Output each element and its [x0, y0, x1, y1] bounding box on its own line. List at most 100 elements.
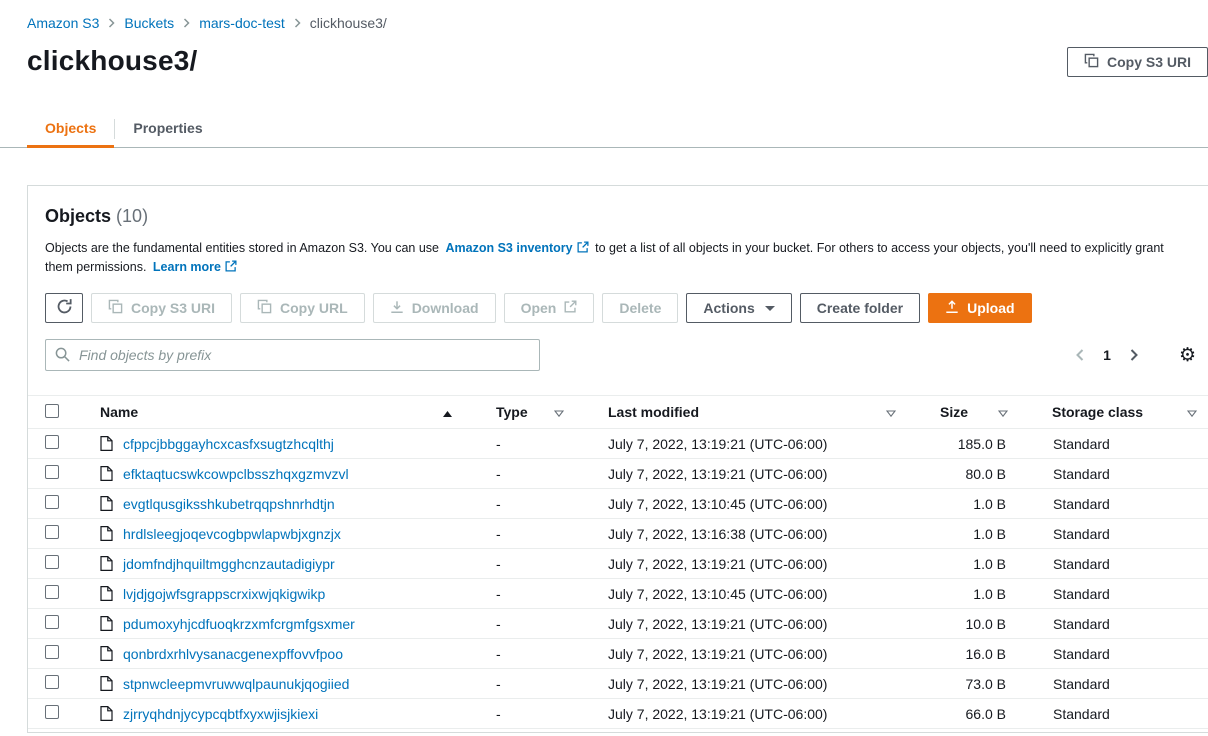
delete-button: Delete: [602, 293, 678, 323]
object-name-link[interactable]: lvjdjgojwfsgrappscrxixwjqkigwikp: [123, 586, 325, 602]
settings-gear-icon[interactable]: ⚙: [1179, 346, 1196, 365]
object-storage-class: Standard: [1036, 616, 1208, 632]
object-last-modified: July 7, 2022, 13:19:21 (UTC-06:00): [592, 706, 924, 722]
copy-icon: [257, 299, 272, 317]
object-storage-class: Standard: [1036, 526, 1208, 542]
object-type: -: [480, 706, 592, 722]
row-checkbox[interactable]: [45, 585, 59, 599]
row-checkbox[interactable]: [45, 675, 59, 689]
row-checkbox[interactable]: [45, 555, 59, 569]
file-icon: [100, 706, 113, 721]
object-last-modified: July 7, 2022, 13:16:38 (UTC-06:00): [592, 526, 924, 542]
row-checkbox[interactable]: [45, 645, 59, 659]
file-icon: [100, 586, 113, 601]
copy-icon: [1084, 53, 1099, 71]
search-input[interactable]: [45, 339, 540, 371]
object-size: 10.0 B: [924, 616, 1036, 632]
next-page-icon[interactable]: [1130, 349, 1138, 361]
previous-page-icon: [1076, 349, 1084, 361]
page-header: clickhouse3/ Copy S3 URI: [27, 45, 1181, 87]
tab-objects[interactable]: Objects: [27, 109, 114, 148]
file-icon: [100, 616, 113, 631]
sort-ascending-icon: [443, 404, 452, 420]
row-checkbox[interactable]: [45, 465, 59, 479]
upload-button[interactable]: Upload: [928, 293, 1031, 323]
breadcrumb-amazon-s3[interactable]: Amazon S3: [27, 15, 99, 31]
table-row: pdumoxyhjcdfuoqkrzxmfcrgmfgsxmer - July …: [28, 609, 1208, 639]
search-icon: [55, 347, 70, 365]
select-all-checkbox[interactable]: [45, 404, 59, 418]
object-name-link[interactable]: qonbrdxrhlvysanacgenexpffovvfpoo: [123, 646, 343, 662]
object-name-link[interactable]: cfppcjbbggayhcxcasfxsugtzhcqlthj: [123, 436, 334, 452]
object-size: 1.0 B: [924, 526, 1036, 542]
column-header-name[interactable]: Name: [84, 404, 480, 420]
copy-icon: [108, 299, 123, 317]
objects-panel: Objects (10) Objects are the fundamental…: [27, 185, 1208, 733]
object-last-modified: July 7, 2022, 13:19:21 (UTC-06:00): [592, 646, 924, 662]
sort-icon: [886, 404, 896, 420]
column-header-last-modified[interactable]: Last modified: [592, 404, 924, 420]
table-header: Name Type Last modified Size Storage cla…: [28, 395, 1208, 429]
copy-s3-uri-button: Copy S3 URI: [91, 293, 232, 323]
object-name-link[interactable]: pdumoxyhjcdfuoqkrzxmfcrgmfgsxmer: [123, 616, 355, 632]
page-title: clickhouse3/: [27, 45, 1181, 77]
object-type: -: [480, 616, 592, 632]
object-last-modified: July 7, 2022, 13:19:21 (UTC-06:00): [592, 676, 924, 692]
row-checkbox[interactable]: [45, 435, 59, 449]
object-last-modified: July 7, 2022, 13:10:45 (UTC-06:00): [592, 496, 924, 512]
tab-properties[interactable]: Properties: [115, 109, 220, 148]
caret-down-icon: [765, 306, 775, 311]
table-row: cfppcjbbggayhcxcasfxsugtzhcqlthj - July …: [28, 429, 1208, 459]
table-row: qonbrdxrhlvysanacgenexpffovvfpoo - July …: [28, 639, 1208, 669]
upload-icon: [945, 300, 959, 317]
object-size: 185.0 B: [924, 436, 1036, 452]
object-type: -: [480, 676, 592, 692]
copy-s3-uri-header-button[interactable]: Copy S3 URI: [1067, 47, 1208, 77]
row-checkbox[interactable]: [45, 705, 59, 719]
object-size: 80.0 B: [924, 466, 1036, 482]
table-row: zjrryqhdnjycypcqbtfxyxwjisjkiexi - July …: [28, 699, 1208, 729]
column-header-type[interactable]: Type: [480, 404, 592, 420]
object-storage-class: Standard: [1036, 436, 1208, 452]
object-size: 1.0 B: [924, 586, 1036, 602]
column-header-storage-class[interactable]: Storage class: [1036, 404, 1208, 420]
table-body: cfppcjbbggayhcxcasfxsugtzhcqlthj - July …: [28, 429, 1208, 729]
object-storage-class: Standard: [1036, 496, 1208, 512]
object-name-link[interactable]: evgtlqusgiksshkubetrqqpshnrhdtjn: [123, 496, 335, 512]
file-icon: [100, 646, 113, 661]
row-checkbox[interactable]: [45, 525, 59, 539]
object-last-modified: July 7, 2022, 13:19:21 (UTC-06:00): [592, 466, 924, 482]
object-name-link[interactable]: hrdlsleegjoqevcogbpwlapwbjxgnzjx: [123, 526, 341, 542]
object-name-link[interactable]: jdomfndjhquiltmgghcnzautadigiypr: [123, 556, 335, 572]
tabs: Objects Properties: [0, 109, 1208, 148]
open-button: Open: [504, 293, 595, 323]
file-icon: [100, 466, 113, 481]
object-name-link[interactable]: stpnwcleepmvruwwqlpaunukjqogiied: [123, 676, 349, 692]
column-header-size[interactable]: Size: [924, 404, 1036, 420]
objects-table: Name Type Last modified Size Storage cla…: [28, 395, 1208, 729]
file-icon: [100, 676, 113, 691]
create-folder-button[interactable]: Create folder: [800, 293, 920, 323]
breadcrumb-bucket-mars-doc-test[interactable]: mars-doc-test: [199, 15, 285, 31]
current-page[interactable]: 1: [1101, 347, 1113, 363]
refresh-button[interactable]: [45, 293, 83, 323]
learn-more-link[interactable]: Learn more: [153, 260, 237, 274]
object-name-link[interactable]: zjrryqhdnjycypcqbtfxyxwjisjkiexi: [123, 706, 318, 722]
object-storage-class: Standard: [1036, 706, 1208, 722]
download-icon: [390, 300, 404, 317]
file-icon: [100, 496, 113, 511]
table-row: stpnwcleepmvruwwqlpaunukjqogiied - July …: [28, 669, 1208, 699]
search-row: 1 ⚙: [45, 339, 1204, 371]
external-link-icon: [577, 240, 589, 258]
actions-button[interactable]: Actions: [686, 293, 791, 323]
inventory-link[interactable]: Amazon S3 inventory: [446, 241, 589, 255]
object-name-link[interactable]: efktaqtucswkcowpclbsszhqxgzmvzvl: [123, 466, 349, 482]
table-row: hrdlsleegjoqevcogbpwlapwbjxgnzjx - July …: [28, 519, 1208, 549]
breadcrumb-current: clickhouse3/: [310, 15, 387, 31]
row-checkbox[interactable]: [45, 615, 59, 629]
breadcrumb-buckets[interactable]: Buckets: [124, 15, 174, 31]
object-storage-class: Standard: [1036, 646, 1208, 662]
copy-url-button: Copy URL: [240, 293, 365, 323]
row-checkbox[interactable]: [45, 495, 59, 509]
object-storage-class: Standard: [1036, 586, 1208, 602]
